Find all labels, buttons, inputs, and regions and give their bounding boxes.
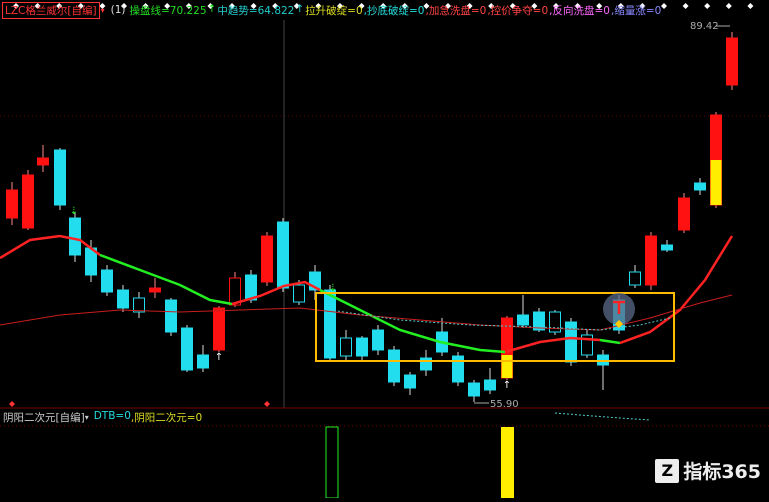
sub-indicator-bar — [501, 427, 514, 498]
bottom-marker-icon — [264, 401, 270, 407]
candle-body — [6, 189, 18, 219]
candle-highlight — [501, 355, 513, 378]
indicator-value-2: 中趋势=64.822 — [217, 4, 295, 17]
candle-body — [372, 329, 384, 351]
indicator-value-8: ,反向洗盘=0 — [549, 4, 610, 17]
logo-text: 指标365 — [683, 461, 761, 483]
candle-body — [404, 374, 416, 389]
candle-body — [149, 287, 161, 293]
indicator-value-5: ,抄底破绽=0 — [363, 4, 425, 17]
candle-body — [197, 354, 209, 369]
fast-line-down — [599, 338, 621, 345]
chart-stage[interactable]: ⇣ ↑ ↑ ⇣ 89.42 55.90 LZC格兰威尔[自编] ▾ (1) 操盘线=70.… — [0, 0, 769, 499]
indicator-value-0: 操盘线=70.225 — [129, 4, 207, 17]
indicator-value-6: ,加急洗盘=0 — [425, 4, 487, 17]
main-indicator-bar: LZC格兰威尔[自编] ▾ (1) 操盘线=70.225 ↑ 中趋势=64.822 ↑… — [0, 0, 769, 20]
candle-body — [22, 174, 34, 229]
candle-body — [165, 299, 177, 333]
candle-body — [452, 355, 464, 383]
candle-body — [69, 217, 81, 256]
sub-indicator-values: DTB=0 ,阴阳二次元=0 — [94, 410, 203, 425]
candle-highlight — [710, 160, 722, 205]
candle-body — [356, 337, 368, 357]
logo-mark-icon: Z — [655, 458, 680, 483]
down-arrow-icon: ⇣ — [329, 283, 337, 294]
indicator-value-1: ↑ — [207, 2, 217, 15]
zhibiao365-logo: Z 指标365 — [655, 457, 761, 484]
sub-indicator-selector[interactable]: 阴阳二次元[自编] — [3, 410, 85, 425]
sub-indicator-value-1: ,阴阳二次元=0 — [130, 412, 203, 424]
indicator-value-3: ↑ — [295, 2, 305, 15]
indicator-selector[interactable]: LZC格兰威尔[自编] — [2, 1, 100, 19]
period-label: (1) — [110, 4, 126, 16]
candle-body — [694, 182, 706, 191]
candle-body — [101, 269, 113, 293]
down-arrow-icon: ⇣ — [70, 206, 78, 217]
candle-body — [645, 235, 657, 286]
candle-body — [181, 327, 193, 371]
candle-body — [133, 297, 145, 313]
candle-body — [517, 314, 529, 326]
indicator-value-7: ,控价争夺=0 — [487, 4, 549, 17]
candle-body — [661, 244, 673, 251]
candle-body — [629, 271, 641, 286]
sub-indicator-bar — [325, 426, 339, 499]
indicator-values: 操盘线=70.225 ↑ 中趋势=64.822 ↑ 拉升破绽=0 ,抄底破绽=0 ,加急洗盘… — [129, 3, 662, 18]
candle-body — [565, 321, 577, 363]
sub-indicator-bar: 阴阳二次元[自编] ▾ DTB=0 ,阴阳二次元=0 — [0, 409, 769, 426]
indicator-value-9: ,缩量涨=0 — [610, 4, 662, 17]
fast-line-up — [619, 235, 734, 345]
candle-body — [340, 337, 352, 357]
candle-body — [468, 382, 480, 397]
candle-body — [293, 284, 305, 303]
bottom-marker-icon — [9, 401, 15, 407]
candle-body — [213, 307, 225, 351]
candle-body — [54, 149, 66, 206]
candle-body — [324, 289, 336, 359]
candle-body — [117, 289, 129, 309]
sub-indicator-value-0: DTB=0 — [93, 410, 131, 422]
candle-body — [726, 37, 738, 86]
up-arrow-icon: ↑ — [503, 380, 511, 391]
up-arrow-icon: ↑ — [215, 352, 223, 363]
dropdown-arrow-icon[interactable]: ▾ — [101, 6, 105, 15]
indicator-value-4: 拉升破绽=0 — [305, 4, 363, 17]
high-price-label: 89.42 — [690, 21, 719, 32]
candle-body — [277, 221, 289, 289]
candle-body — [484, 379, 496, 391]
candle-body — [388, 349, 400, 383]
candle-body — [678, 197, 690, 231]
sub-dropdown-arrow-icon[interactable]: ▾ — [85, 413, 89, 422]
candle-body — [261, 235, 273, 283]
candle-body — [420, 357, 432, 371]
candle-body — [37, 157, 49, 166]
